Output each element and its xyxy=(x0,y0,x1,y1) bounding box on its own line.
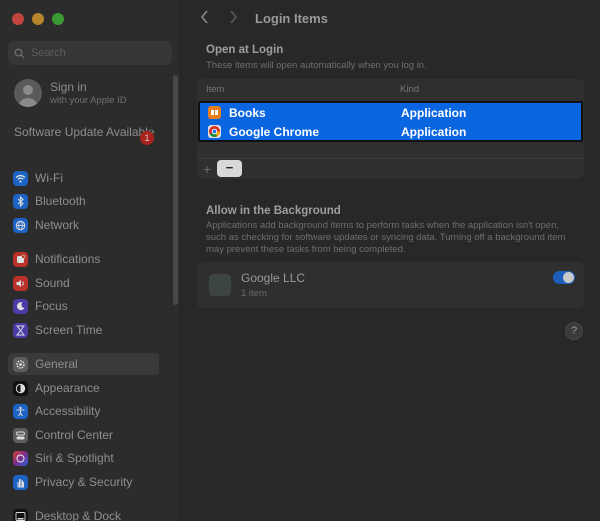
sidebar-item-general[interactable]: General xyxy=(8,353,159,375)
open-at-login-description: These items will open automatically when… xyxy=(206,60,427,71)
sidebar-item-label: Sound xyxy=(35,276,70,290)
bell-icon xyxy=(13,251,28,267)
hand-icon xyxy=(13,474,28,490)
column-header-kind[interactable]: Kind xyxy=(400,84,419,95)
sidebar-item-siri-spotlight[interactable]: Siri & Spotlight xyxy=(8,447,159,469)
sidebar-item-label: Focus xyxy=(35,299,68,313)
table-row-google-chrome[interactable]: Google Chrome Application xyxy=(200,122,581,141)
sidebar-item-control-center[interactable]: Control Center xyxy=(8,424,159,446)
sidebar-item-label: Screen Time xyxy=(35,323,103,337)
app-placeholder-icon xyxy=(209,274,231,296)
sidebar-item-label: Privacy & Security xyxy=(35,475,133,489)
close-window-button[interactable] xyxy=(12,13,24,25)
zoom-window-button[interactable] xyxy=(52,13,64,25)
sidebar-item-bluetooth[interactable]: Bluetooth xyxy=(8,190,159,212)
remove-item-button[interactable]: − xyxy=(217,160,242,177)
sidebar-item-label: Appearance xyxy=(35,381,100,395)
sidebar-item-accessibility[interactable]: Accessibility xyxy=(8,400,159,422)
sidebar-item-label: Accessibility xyxy=(35,404,101,418)
sidebar-item-desktop-dock[interactable]: Desktop & Dock xyxy=(8,505,159,521)
forward-chevron-icon[interactable] xyxy=(229,10,238,29)
sidebar-item-appearance[interactable]: Appearance xyxy=(8,377,159,399)
update-badge: 1 xyxy=(140,131,154,145)
add-remove-bar: + − xyxy=(197,158,584,179)
row-name: Books xyxy=(229,105,266,120)
sidebar-item-label: Bluetooth xyxy=(35,194,86,208)
sidebar-item-label: Siri & Spotlight xyxy=(35,451,114,465)
apple-id-signin[interactable]: Sign in with your Apple ID xyxy=(14,79,127,107)
chrome-icon xyxy=(208,125,221,138)
main-pane: Login Items Open at Login These items wi… xyxy=(181,0,600,521)
sidebar-item-label: Desktop & Dock xyxy=(35,509,122,521)
help-button[interactable]: ? xyxy=(565,322,583,340)
page-title: Login Items xyxy=(255,11,328,26)
minimize-window-button[interactable] xyxy=(32,13,44,25)
control-center-icon xyxy=(13,427,28,443)
login-items-table: Item Kind Books Application Google Chrom… xyxy=(197,79,584,179)
avatar xyxy=(14,79,42,107)
background-item-toggle[interactable] xyxy=(553,271,575,284)
sidebar-item-notifications[interactable]: Notifications xyxy=(8,248,159,270)
sidebar-item-wifi[interactable]: Wi-Fi xyxy=(8,167,159,189)
appearance-icon xyxy=(13,380,28,396)
row-kind: Application xyxy=(401,105,467,120)
sidebar-item-label: General xyxy=(35,357,78,371)
sidebar-item-label: Network xyxy=(35,218,80,232)
row-kind: Application xyxy=(401,124,467,139)
sidebar-item-label: Control Center xyxy=(35,428,114,442)
sidebar-item-focus[interactable]: Focus xyxy=(8,295,159,317)
search-field[interactable] xyxy=(8,41,172,65)
sidebar-item-screen-time[interactable]: Screen Time xyxy=(8,319,159,341)
background-description: Applications add background items to per… xyxy=(206,220,566,255)
background-heading: Allow in the Background xyxy=(206,205,341,217)
hourglass-icon xyxy=(13,322,28,338)
signin-subtitle: with your Apple ID xyxy=(50,95,127,106)
sidebar-item-network[interactable]: Network xyxy=(8,214,159,236)
siri-icon xyxy=(13,450,28,466)
wifi-icon xyxy=(13,170,28,186)
books-icon xyxy=(208,106,221,119)
sidebar-scrollbar[interactable] xyxy=(173,75,178,305)
search-icon xyxy=(14,48,25,58)
add-item-button[interactable]: + xyxy=(203,161,211,177)
table-row-books[interactable]: Books Application xyxy=(200,103,581,122)
open-at-login-heading: Open at Login xyxy=(206,44,284,56)
background-item-count: 1 item xyxy=(241,288,267,299)
gear-icon xyxy=(13,356,28,372)
accessibility-icon xyxy=(13,403,28,419)
dock-icon xyxy=(13,508,28,521)
sidebar-item-privacy-security[interactable]: Privacy & Security xyxy=(8,471,159,493)
moon-icon xyxy=(13,298,28,314)
search-input[interactable] xyxy=(31,47,151,59)
toolbar: Login Items xyxy=(181,0,600,36)
sidebar-item-sound[interactable]: Sound xyxy=(8,272,159,294)
sidebar: Sign in with your Apple ID Software Upda… xyxy=(0,0,181,521)
bluetooth-icon xyxy=(13,193,28,209)
sidebar-item-label: Wi-Fi xyxy=(35,171,63,185)
row-name: Google Chrome xyxy=(229,124,320,139)
speaker-icon xyxy=(13,275,28,291)
sidebar-item-label: Notifications xyxy=(35,252,101,266)
back-chevron-icon[interactable] xyxy=(200,10,209,29)
globe-icon xyxy=(13,217,28,233)
background-item-name: Google LLC xyxy=(241,271,306,285)
selected-rows: Books Application Google Chrome Applicat… xyxy=(198,101,583,142)
background-items-list: Google LLC 1 item xyxy=(197,262,584,308)
software-update-item[interactable]: Software Update Available xyxy=(14,125,159,139)
signin-title: Sign in xyxy=(50,80,87,94)
window-controls xyxy=(12,13,64,25)
column-header-item[interactable]: Item xyxy=(206,84,224,95)
